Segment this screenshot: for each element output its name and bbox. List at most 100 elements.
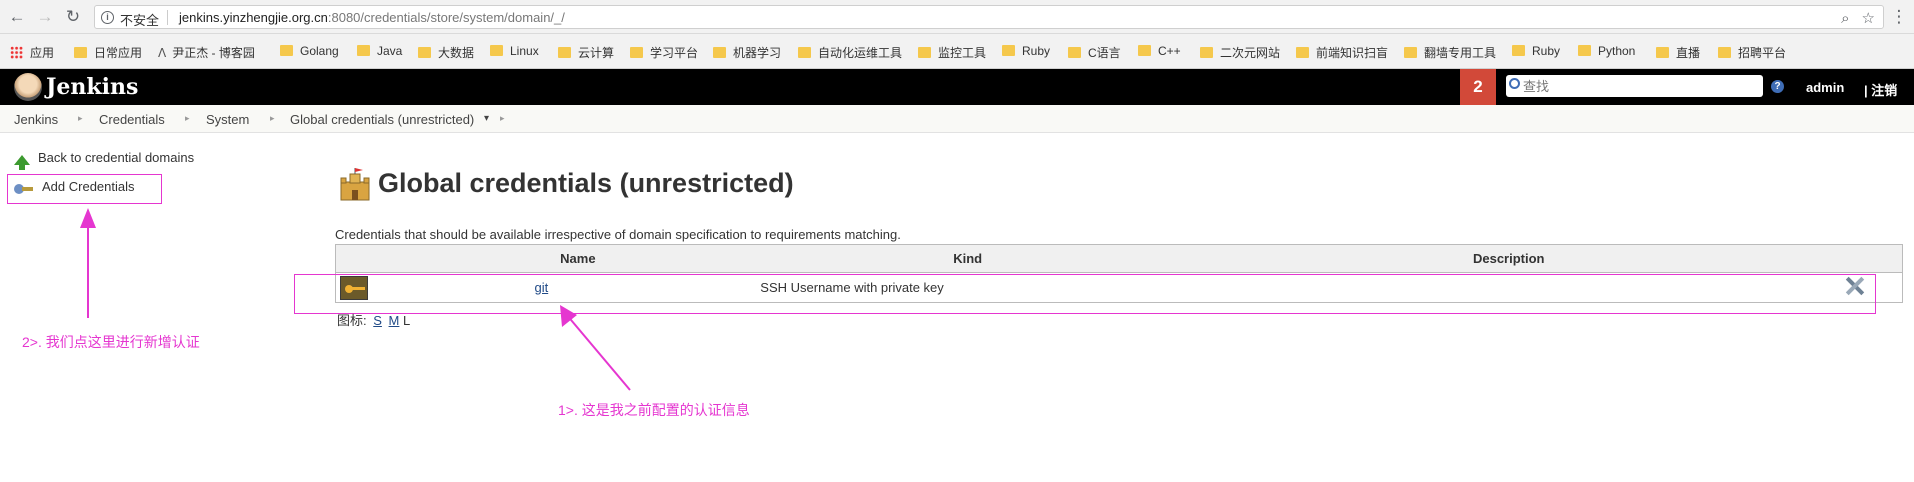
back-to-domains-label: Back to credential domains [38,150,195,165]
url-path: :8080/credentials/store/system/domain/_/ [327,10,565,25]
bookmark-item[interactable]: 前端知识扫盲 [1296,44,1388,61]
folder-icon [713,47,726,58]
bookmarks-bar: 应用 日常应用 ᐱ 尹正杰 - 博客园 Golang Java 大数据 Linux… [0,34,1914,69]
actions-column-header [1842,244,1903,273]
highlight-box-add [7,174,162,204]
info-icon[interactable]: i [101,11,114,24]
breadcrumb: Jenkins ▸ Credentials ▸ System ▸ Global … [0,105,1914,133]
folder-icon [418,47,431,58]
forward-icon[interactable]: → [36,8,54,26]
folder-icon [1656,47,1669,58]
chevron-right-icon: ▸ [185,113,190,123]
folder-icon [1404,47,1417,58]
icon-size-medium[interactable]: M [389,313,400,328]
help-icon[interactable]: ? [1771,80,1784,93]
icon-size-label: 图标: [337,313,367,328]
folder-icon [74,47,87,58]
table-header-row: Name Kind Description [335,244,1903,273]
column-header-kind[interactable]: Kind [760,244,1175,273]
breadcrumb-global-credentials[interactable]: Global credentials (unrestricted) [290,112,474,127]
jenkins-header: Jenkins 2 ? admin | 注销 [0,69,1914,105]
breadcrumb-credentials[interactable]: Credentials [99,112,165,127]
url-text[interactable]: jenkins.yinzhengjie.org.cn:8080/credenti… [179,10,565,25]
folder-icon [1138,45,1151,56]
folder-icon [558,47,571,58]
folder-icon [798,47,811,58]
folder-icon [630,47,643,58]
bookmark-item[interactable]: Ruby [1512,44,1560,58]
folder-icon [1200,47,1213,58]
bookmark-item[interactable]: 自动化运维工具 [798,44,902,61]
bookmark-item[interactable]: 监控工具 [918,44,986,61]
column-header-name[interactable]: Name [395,244,761,273]
folder-icon [1296,47,1309,58]
folder-icon [1718,47,1731,58]
menu-icon[interactable]: ⋮ [1890,8,1908,26]
icon-size-selector: 图标: S M L [337,310,410,329]
folder-icon [357,45,370,56]
chevron-right-icon: ▸ [78,113,83,123]
user-link[interactable]: admin [1806,80,1844,95]
bookmark-item[interactable]: 翻墙专用工具 [1404,44,1496,61]
jenkins-title[interactable]: Jenkins [46,74,138,100]
star-icon[interactable]: ☆ [1862,10,1875,27]
bookmark-item[interactable]: ᐱ 尹正杰 - 博客园 [158,44,255,61]
bookmark-item[interactable]: Linux [490,44,539,58]
jenkins-logo-icon[interactable] [14,73,42,101]
bookmark-apps[interactable]: 应用 [10,44,54,61]
folder-icon [1068,47,1081,58]
url-divider [167,10,168,25]
bookmark-item[interactable]: Python [1578,44,1635,58]
reload-icon[interactable]: ↻ [64,8,82,26]
search-input[interactable] [1523,77,1753,95]
breadcrumb-system[interactable]: System [206,112,249,127]
breadcrumb-jenkins[interactable]: Jenkins [14,112,58,127]
folder-icon [280,45,293,56]
insecure-label: 不安全 [120,13,160,28]
bookmark-item[interactable]: 直播 [1656,44,1700,61]
folder-icon [1512,45,1525,56]
column-header-description[interactable]: Description [1174,244,1843,273]
folder-icon [1578,45,1591,56]
page-description: Credentials that should be available irr… [335,227,901,242]
bookmark-item[interactable]: Golang [280,44,339,58]
page-title: Global credentials (unrestricted) [378,168,794,198]
bookmark-item[interactable]: 二次元网站 [1200,44,1280,61]
castle-icon [340,168,370,201]
apps-icon [10,46,23,59]
bookmark-item[interactable]: 学习平台 [630,44,698,61]
back-icon[interactable]: ← [8,8,26,26]
arrow-up-icon [14,155,30,170]
bookmark-item[interactable]: 招聘平台 [1718,44,1786,61]
notification-badge[interactable]: 2 [1460,69,1496,105]
folder-icon [918,47,931,58]
annotation-add: 2>. 我们点这里进行新增认证 [22,334,200,350]
bookmark-item[interactable]: Java [357,44,402,58]
annotation-existing: 1>. 这是我之前配置的认证信息 [558,402,750,418]
search-box[interactable] [1506,75,1763,97]
bookmark-item[interactable]: 云计算 [558,44,614,61]
url-host: jenkins.yinzhengjie.org.cn [179,10,328,25]
blog-icon: ᐱ [158,46,167,60]
chevron-right-icon: ▸ [270,113,275,123]
bookmark-item[interactable]: 机器学习 [713,44,781,61]
address-bar[interactable]: i 不安全 jenkins.yinzhengjie.org.cn:8080/cr… [94,5,1884,29]
chevron-right-icon: ▸ [500,113,505,123]
folder-icon [1002,45,1015,56]
icon-size-small[interactable]: S [373,313,382,328]
logout-link[interactable]: | 注销 [1864,80,1897,99]
chevron-down-icon[interactable]: ▾ [484,113,489,124]
back-to-domains-link[interactable]: Back to credential domains [14,150,195,170]
bookmark-item[interactable]: Ruby [1002,44,1050,58]
bookmark-item[interactable]: 大数据 [418,44,474,61]
folder-icon [490,45,503,56]
highlight-box-existing [294,274,1876,314]
search-icon [1509,78,1520,89]
bookmark-item[interactable]: 日常应用 [74,44,142,61]
icon-size-large[interactable]: L [403,313,410,328]
icon-column-header [335,244,396,273]
zoom-icon[interactable]: ⌕ [1841,10,1849,27]
bookmark-item[interactable]: C++ [1138,44,1181,58]
bookmark-item[interactable]: C语言 [1068,44,1121,61]
browser-toolbar: ← → ↻ i 不安全 jenkins.yinzhengjie.org.cn:8… [0,0,1914,34]
